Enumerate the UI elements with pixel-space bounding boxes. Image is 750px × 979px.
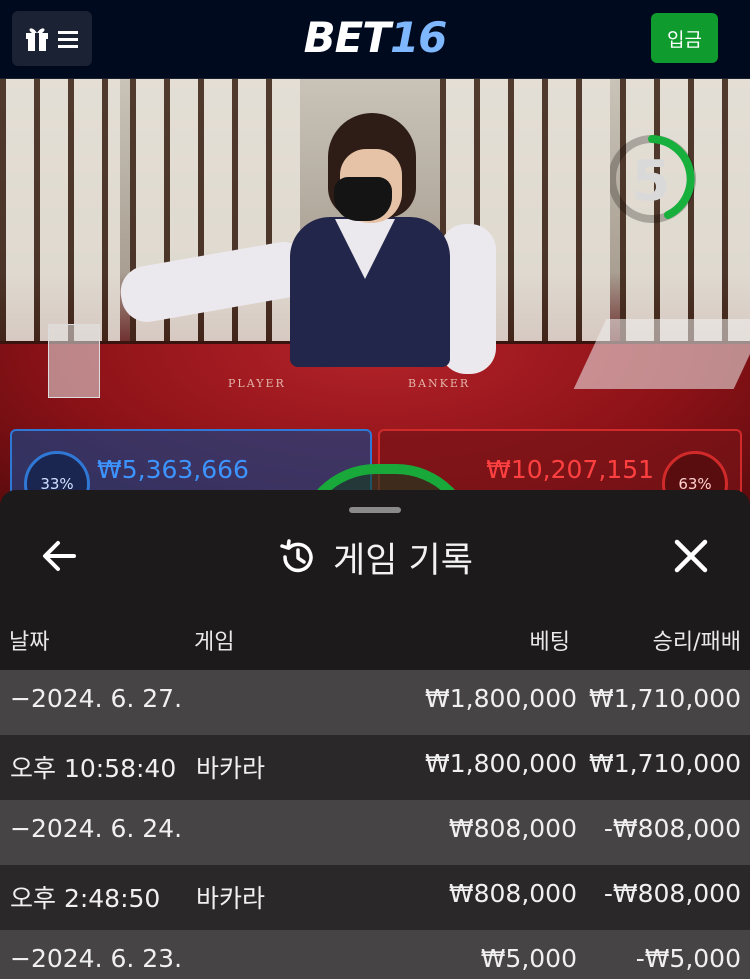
drag-handle[interactable] — [349, 507, 401, 513]
row-bet: ₩1,800,000 — [425, 749, 577, 778]
card-box — [48, 324, 100, 398]
history-date-row[interactable]: −2024. 6. 27. ₩1,800,000 ₩1,710,000 — [0, 670, 750, 735]
felt-label-banker: BANKER — [408, 377, 471, 390]
row-result: -₩808,000 — [603, 879, 741, 908]
row-result: ₩1,710,000 — [589, 749, 741, 778]
row-result: -₩5,000 — [635, 944, 741, 973]
column-header-date: 날짜 — [9, 630, 50, 655]
history-detail-row[interactable]: 오후 2:48:50 바카라 ₩808,000 -₩808,000 — [0, 865, 750, 930]
column-header-bet: 베팅 — [529, 630, 570, 655]
dealer-mask — [334, 177, 392, 221]
row-time: 오후 10:58:40 — [10, 754, 177, 783]
row-bet: ₩808,000 — [448, 814, 577, 843]
bet16-logo[interactable]: BET16 — [0, 12, 750, 64]
row-time: 오후 2:48:50 — [10, 884, 161, 913]
history-date-row[interactable]: −2024. 6. 23. ₩5,000 -₩5,000 — [0, 930, 750, 979]
history-date-row[interactable]: −2024. 6. 24. ₩808,000 -₩808,000 — [0, 800, 750, 865]
column-header-game: 게임 — [194, 630, 235, 655]
row-bet: ₩5,000 — [480, 944, 577, 973]
live-dealer-video: PLAYER BANKER 5 33% ₩5,363,666 ₩10,207,1… — [0, 79, 750, 509]
table-header: 날짜 게임 베팅 승리/패배 — [0, 618, 750, 660]
row-bet: ₩1,800,000 — [425, 684, 577, 713]
deposit-button[interactable]: 입금 — [651, 13, 718, 63]
countdown-timer: 5 — [631, 149, 671, 214]
top-bar: BET16 입금 — [0, 0, 750, 79]
row-date: −2024. 6. 24. — [10, 814, 183, 843]
column-header-result: 승리/패배 — [652, 630, 741, 655]
logo-text-16: 16 — [389, 13, 447, 62]
game-history-panel: 게임 기록 날짜 게임 베팅 승리/패배 −2024. 6. 27. ₩1,80… — [0, 490, 750, 979]
row-date: −2024. 6. 23. — [10, 944, 183, 973]
history-detail-row[interactable]: 오후 10:58:40 바카라 ₩1,800,000 ₩1,710,000 — [0, 735, 750, 800]
panel-title: 게임 기록 — [333, 540, 473, 581]
logo-text-bet: BET — [303, 13, 391, 62]
row-game: 바카라 — [196, 884, 266, 913]
history-icon — [280, 539, 313, 573]
row-game: 바카라 — [196, 754, 266, 783]
close-icon[interactable] — [668, 533, 714, 579]
card-shoe — [573, 319, 750, 389]
row-date: −2024. 6. 27. — [10, 684, 183, 713]
player-total-bet: ₩5,363,666 — [97, 455, 249, 484]
banker-total-bet: ₩10,207,151 — [486, 455, 654, 484]
felt-label-player: PLAYER — [228, 377, 286, 390]
panel-header: 게임 기록 — [0, 530, 750, 584]
row-result: ₩1,710,000 — [589, 684, 741, 713]
row-bet: ₩808,000 — [448, 879, 577, 908]
history-table: −2024. 6. 27. ₩1,800,000 ₩1,710,000 오후 1… — [0, 670, 750, 979]
row-result: -₩808,000 — [603, 814, 741, 843]
